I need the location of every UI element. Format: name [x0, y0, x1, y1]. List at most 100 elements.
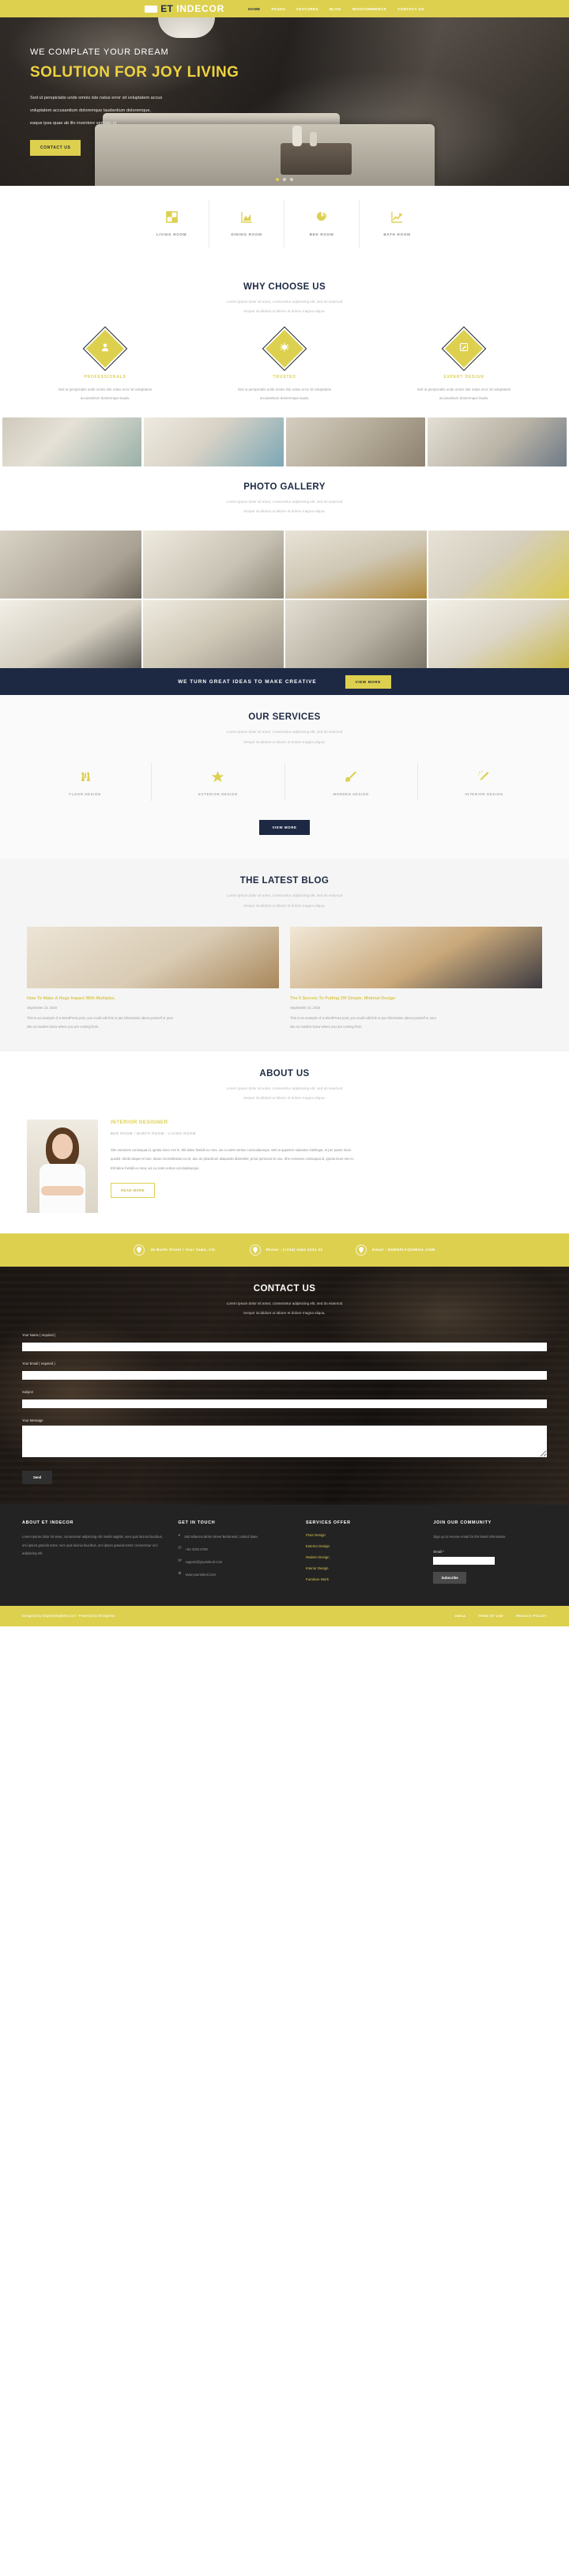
- bed-icon: [145, 5, 158, 13]
- site-footer: ABOUT ET INDECOR Lorem ipsum dolor sit a…: [0, 1504, 569, 1606]
- footer-about-column: ABOUT ET INDECOR Lorem ipsum dolor sit a…: [22, 1520, 164, 1588]
- diamond-badge[interactable]: [262, 326, 307, 372]
- contact-address-text: 25 North Street / Your Town, CO.: [150, 1248, 217, 1252]
- excerpt-line-2: site so readers know where you are comin…: [27, 1024, 100, 1029]
- designer-portrait: [27, 1119, 98, 1213]
- services-view-more-button[interactable]: VIEW MORE: [259, 820, 310, 836]
- contact-info-strip: 25 North Street / Your Town, CO. Phone :…: [0, 1233, 569, 1267]
- feature-label: BED ROOM: [309, 232, 334, 236]
- subscribe-email-input[interactable]: [433, 1556, 496, 1565]
- gallery-item[interactable]: [428, 531, 569, 599]
- footer-link-exterior-design[interactable]: Exterior Design: [306, 1544, 420, 1548]
- feature-box-bath-room[interactable]: BATH ROOM: [360, 200, 435, 247]
- gallery-item[interactable]: [0, 600, 141, 669]
- service-label: EXTERIOR DESIGN: [198, 792, 238, 797]
- thumbnail-image[interactable]: [144, 417, 284, 466]
- diamond-badge[interactable]: [441, 326, 487, 372]
- service-label: FLOOR DESIGN: [69, 792, 101, 797]
- section-description: Lorem ipsum dolor sit amet, consectetur …: [0, 497, 569, 517]
- about-us-section: ABOUT US Lorem ipsum dolor sit amet, con…: [0, 1052, 569, 1233]
- blog-post-title[interactable]: The 5 Secrets To Pulling Off Simple, Min…: [290, 996, 542, 1001]
- nav-item-features[interactable]: FEATURES: [296, 7, 318, 11]
- grid-squares-icon: [134, 208, 209, 225]
- footer-phone-line: ✆ +84 3333 6789: [178, 1546, 292, 1554]
- footer-website-line[interactable]: ⊕ www.yoursiteurl.com: [178, 1571, 292, 1579]
- hero-dot-1[interactable]: [276, 178, 279, 181]
- why-text-line-1: Sed ut perspiciatis unde omnis iste natu…: [416, 387, 511, 391]
- thumbnail-image[interactable]: [285, 417, 425, 466]
- desc-line-2: tempor incididunt ut labore et dolore ma…: [243, 1096, 326, 1101]
- your-message-label: Your Message: [22, 1418, 43, 1422]
- excerpt-line-2: site so readers know where you are comin…: [290, 1024, 363, 1029]
- footer-website-text[interactable]: www.yoursiteurl.com: [186, 1571, 216, 1579]
- subscribe-button[interactable]: Subscribe: [433, 1571, 466, 1584]
- blog-post-title[interactable]: How To Make A Huge Impact With Multiples: [27, 996, 279, 1001]
- service-interior-design[interactable]: INTERIOR DESIGN: [418, 763, 550, 801]
- service-label: INTERIOR DESIGN: [465, 792, 503, 797]
- thumbnail-image[interactable]: [427, 417, 567, 466]
- copyright-link-term-of-use[interactable]: TERM OF USE: [478, 1614, 503, 1618]
- service-morden-design[interactable]: MORDEN DESIGN: [285, 763, 418, 802]
- main-navigation: HOME PAGES FEATURES BLOG WOOCOMMERCE CON…: [248, 7, 424, 11]
- footer-link-modern-design[interactable]: Modern Design: [306, 1555, 420, 1559]
- footer-link-floor-design[interactable]: Floor Design: [306, 1533, 420, 1537]
- nav-item-contact-us[interactable]: CONTACT US: [398, 7, 424, 11]
- why-column-name: TRUSTED: [273, 374, 296, 380]
- service-floor-design[interactable]: FLOOR DESIGN: [19, 763, 153, 802]
- send-button[interactable]: Send: [22, 1470, 53, 1484]
- brand-logo[interactable]: ET INDECOR: [145, 3, 224, 14]
- about-text: She nonumes consequat id, ignota iriure …: [111, 1146, 542, 1173]
- nav-item-woocommerce[interactable]: WOOCOMMERCE: [352, 7, 386, 11]
- footer-email-line[interactable]: ✉ support@yoursiteurl.com: [178, 1558, 292, 1566]
- copyright-link-privacy-policy[interactable]: PRIVACY POLICY: [516, 1614, 547, 1618]
- your-email-input[interactable]: [22, 1370, 547, 1380]
- thumbnail-row: [0, 417, 569, 466]
- gallery-item[interactable]: [285, 531, 427, 599]
- nav-item-home[interactable]: HOME: [248, 7, 260, 11]
- nav-item-pages[interactable]: PAGES: [272, 7, 286, 11]
- user-icon: [100, 342, 110, 356]
- hero-paragraph-line-1: Sed ut perspiciatis unde omnis iste natu…: [30, 96, 163, 100]
- copyright-link-dmca[interactable]: DMCA: [455, 1614, 466, 1618]
- hero-dot-3[interactable]: [290, 178, 293, 181]
- footer-community-text: Sign up to receive email for the latest …: [433, 1534, 507, 1539]
- brand-et-text: ET: [160, 3, 174, 14]
- cta-banner: WE TURN GREAT IDEAS TO MAKE CREATIVE VIE…: [0, 668, 569, 696]
- service-exterior-design[interactable]: EXTERIOR DESIGN: [152, 763, 285, 802]
- paint-brush-icon: [285, 768, 417, 785]
- subject-input[interactable]: [22, 1399, 547, 1408]
- gallery-item[interactable]: [428, 600, 569, 669]
- hero-contact-button[interactable]: CONTACT US: [30, 139, 81, 156]
- thumbnail-image[interactable]: [2, 417, 142, 466]
- about-read-more-button[interactable]: READ MORE: [111, 1182, 156, 1198]
- your-message-textarea[interactable]: [22, 1425, 547, 1457]
- nav-item-blog[interactable]: BLOG: [330, 7, 341, 11]
- footer-community-column: JOIN OUR COMMUNITY Sign up to receive em…: [433, 1520, 547, 1588]
- diamond-badge[interactable]: [82, 326, 128, 372]
- feature-box-living-room[interactable]: LIVING ROOM: [134, 200, 209, 247]
- gallery-item[interactable]: [0, 531, 141, 599]
- footer-link-interior-design[interactable]: Interior Design: [306, 1566, 420, 1570]
- gallery-item[interactable]: [142, 531, 284, 599]
- why-column-expert-design: EXPERT DESIGN Sed ut perspiciatis unde o…: [383, 326, 545, 403]
- subject-label: Subject: [22, 1389, 33, 1394]
- why-text-line-2: accusantium doloremque laudа.: [259, 396, 310, 401]
- area-chart-icon: [209, 208, 284, 225]
- feature-box-bed-room[interactable]: BED ROOM: [284, 200, 360, 247]
- blog-post-image[interactable]: [290, 927, 542, 989]
- feature-box-dining-room[interactable]: DINING ROOM: [209, 200, 284, 247]
- map-pin-icon: [249, 1244, 261, 1256]
- cta-view-more-button[interactable]: VIEW MORE: [345, 674, 391, 689]
- hero-dot-2[interactable]: [283, 178, 286, 181]
- blog-post-image[interactable]: [27, 927, 279, 989]
- contact-phone: Phone : (+314) 0454 3234 23: [249, 1244, 323, 1256]
- your-name-input[interactable]: [22, 1342, 547, 1351]
- hero-subtitle: WE COMPLATE YOUR DREAM: [30, 47, 169, 57]
- gallery-item[interactable]: [285, 600, 427, 669]
- hero-title: SOLUTION FOR JOY LIVING: [30, 64, 239, 81]
- footer-link-furniture-work[interactable]: Furniture Work: [306, 1577, 420, 1581]
- gallery-item[interactable]: [142, 600, 284, 669]
- hero-slider-dots[interactable]: [276, 178, 293, 181]
- footer-email-text[interactable]: support@yoursiteurl.com: [186, 1558, 223, 1566]
- why-column-professionals: PROFESSIONALS Sed ut perspiciatis unde o…: [24, 326, 187, 403]
